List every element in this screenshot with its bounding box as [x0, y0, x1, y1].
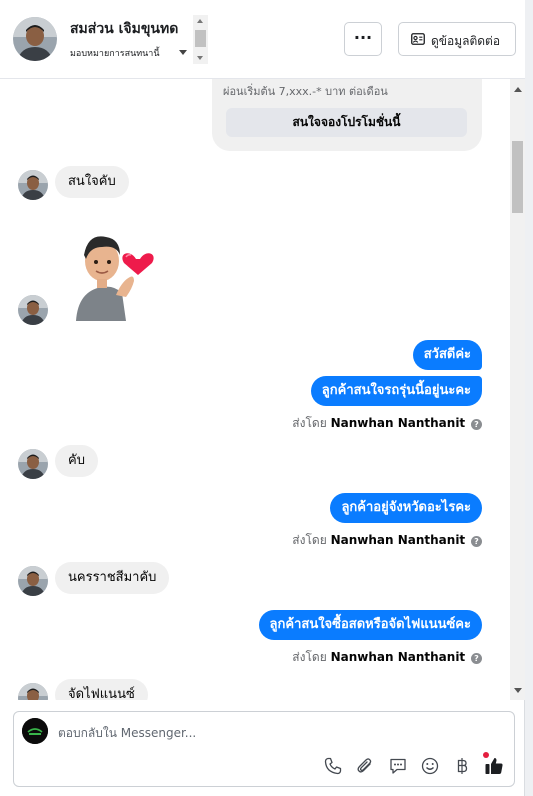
scroll-thumb[interactable]	[512, 141, 523, 213]
sender-avatar[interactable]	[18, 566, 48, 596]
view-contact-button[interactable]: ดูข้อมูลติดต่อ	[398, 22, 516, 56]
paperclip-icon[interactable]	[355, 756, 375, 776]
contact-card-icon	[411, 33, 425, 48]
sent-by-label: ส่งโดย Nanwhan Nanthanit ?	[292, 414, 482, 433]
contact-avatar[interactable]	[13, 17, 57, 61]
saved-reply-icon[interactable]	[388, 756, 408, 776]
sender-avatar[interactable]	[18, 295, 48, 325]
outgoing-message: ลูกค้าสนใจรถรุ่นนี้อยู่นะคะ	[310, 376, 482, 406]
assign-conversation-dropdown[interactable]: มอบหมายการสนทนานี้	[70, 46, 160, 60]
scroll-thumb[interactable]	[195, 30, 206, 47]
heart-sticker-image	[72, 229, 158, 321]
messenger-conversation-panel: สมส่วน เจิมขุนทด มอบหมายการสนทนานี้ ··· …	[0, 0, 525, 796]
incoming-message: จัดไฟแนนซ์	[55, 679, 148, 700]
scroll-up-icon[interactable]	[197, 19, 203, 23]
outgoing-message: ลูกค้าอยู่จังหวัดอะไรคะ	[330, 493, 482, 523]
sender-avatar[interactable]	[18, 683, 48, 700]
scroll-down-icon[interactable]	[514, 688, 522, 693]
baht-payment-icon[interactable]	[452, 756, 472, 776]
emoji-icon[interactable]	[420, 756, 440, 776]
contact-name: สมส่วน เจิมขุนทด	[70, 21, 179, 37]
header-mini-scrollbar[interactable]	[193, 15, 208, 64]
view-contact-label: ดูข้อมูลติดต่อ	[431, 34, 501, 48]
outgoing-message: ลูกค้าสนใจซื้อสดหรือจัดไฟแนนซ์คะ	[258, 610, 482, 640]
info-icon[interactable]: ?	[471, 419, 482, 430]
agent-name: Nanwhan Nanthanit	[330, 533, 466, 547]
sent-by-label: ส่งโดย Nanwhan Nanthanit ?	[292, 531, 482, 550]
incoming-message: สนใจคับ	[55, 166, 129, 198]
page-avatar	[22, 718, 48, 744]
more-options-button[interactable]: ···	[344, 22, 382, 56]
promotion-card: ผ่อนเริ่มต้น 7,xxx.-* บาท ต่อเดือน สนใจจ…	[212, 79, 482, 151]
scroll-up-icon[interactable]	[514, 87, 522, 92]
reply-composer	[13, 711, 515, 787]
outgoing-message: สวัสดีค่ะ	[412, 340, 482, 370]
info-icon[interactable]: ?	[471, 536, 482, 547]
promotion-text: ผ่อนเริ่มต้น 7,xxx.-* บาท ต่อเดือน	[223, 85, 388, 98]
incoming-message: นครราชสีมาคับ	[55, 562, 170, 594]
message-thread[interactable]: ผ่อนเริ่มต้น 7,xxx.-* บาท ต่อเดือน สนใจจ…	[0, 79, 510, 700]
window-edge	[525, 0, 533, 796]
incoming-message: คับ	[55, 445, 98, 477]
reserve-promotion-button[interactable]: สนใจจองโปรโมชั่นนี้	[226, 108, 467, 137]
sender-avatar[interactable]	[18, 449, 48, 479]
chevron-down-icon[interactable]	[179, 50, 187, 55]
info-icon[interactable]: ?	[471, 653, 482, 664]
agent-name: Nanwhan Nanthanit	[330, 416, 466, 430]
scroll-down-icon[interactable]	[197, 56, 203, 60]
thread-scrollbar[interactable]	[510, 79, 525, 700]
thumbs-up-icon[interactable]	[484, 756, 504, 776]
reply-input[interactable]	[58, 724, 498, 742]
agent-name: Nanwhan Nanthanit	[330, 650, 466, 664]
conversation-header: สมส่วน เจิมขุนทด มอบหมายการสนทนานี้ ··· …	[0, 0, 525, 79]
sent-by-label: ส่งโดย Nanwhan Nanthanit ?	[292, 648, 482, 667]
sender-avatar[interactable]	[18, 170, 48, 200]
phone-icon[interactable]	[323, 756, 343, 776]
